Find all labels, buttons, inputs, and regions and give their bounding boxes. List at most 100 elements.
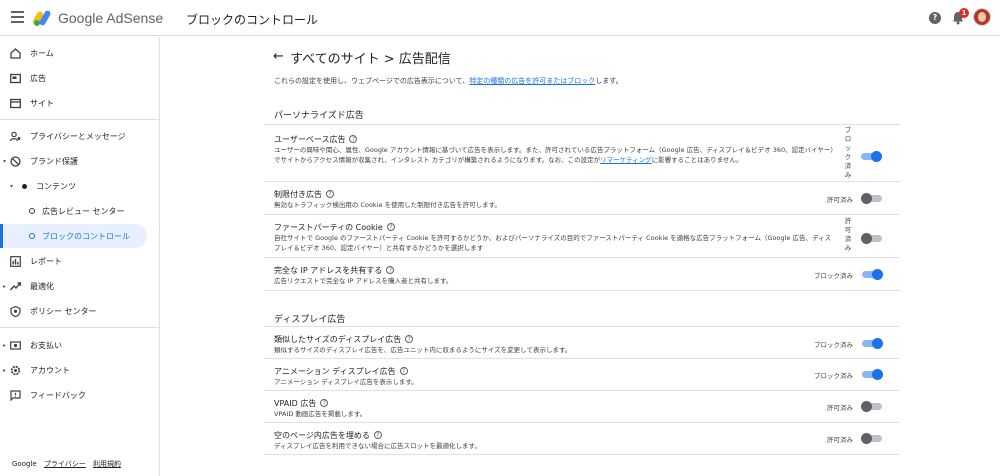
gear-icon	[10, 365, 21, 376]
main-content: ← すべてのサイト > 広告配信 これらの設定を使用し、ウェブページでの広告表示…	[160, 37, 1000, 476]
expand-arrow-icon[interactable]: ▾	[3, 158, 6, 165]
setting-description: 自社サイトで Google のファーストパーティ Cookie を許可するかどう…	[274, 234, 832, 252]
sidebar-item-label: 広告レビュー センター	[42, 206, 125, 216]
sidebar-item-sites[interactable]: サイト	[0, 91, 159, 115]
help-icon[interactable]: ?	[386, 266, 395, 274]
sidebar-item-optimization[interactable]: ▸ 最適化	[0, 274, 159, 298]
fill-empty-toggle[interactable]	[861, 433, 882, 444]
avatar[interactable]	[973, 8, 991, 26]
setting-title-text: 類似したサイズのディスプレイ広告	[274, 335, 402, 344]
setting-description: 類似するサイズのディスプレイ広告を、広告ユニット内に収まるようにサイズを変更して…	[274, 346, 572, 354]
intro-text-prefix: これらの設定を使用し、ウェブページでの広告表示について、	[274, 77, 470, 85]
footer-google: Google	[12, 460, 37, 468]
sidebar-item-ads[interactable]: 広告	[0, 66, 159, 90]
help-icon[interactable]: ?	[929, 12, 941, 24]
sidebar-item-label: お支払い	[30, 340, 62, 350]
back-arrow-icon[interactable]: ←	[273, 49, 284, 64]
setting-description: ディスプレイ広告を利用できない場合に広告スロットを最適化します。	[274, 442, 481, 450]
status-label: ブロック済み	[844, 126, 852, 179]
sidebar-item-label: アカウント	[30, 365, 70, 375]
setting-title: アニメーション ディスプレイ広告?	[274, 366, 408, 377]
expand-arrow-icon[interactable]: ▸	[3, 367, 6, 374]
privacy-link[interactable]: プライバシー	[44, 460, 86, 468]
brand-google: Google	[58, 10, 104, 26]
user-based-ads-toggle[interactable]	[861, 151, 882, 162]
reports-icon	[10, 256, 21, 267]
setting-title-text: VPAID 広告	[274, 399, 317, 408]
sidebar-item-label: ポリシー センター	[30, 306, 97, 316]
help-icon[interactable]: ?	[399, 367, 408, 375]
intro-text: これらの設定を使用し、ウェブページでの広告表示について、特定の種類の広告を許可ま…	[274, 76, 623, 86]
help-icon[interactable]: ?	[320, 399, 329, 407]
setting-row-limited-ads: 制限付き広告? 無効なトラフィック検出用の Cookie を使用した制限付き広告…	[264, 182, 900, 215]
sidebar-item-label: サイト	[30, 98, 54, 108]
setting-row-full-ip: 完全な IP アドレスを共有する? 広告リクエストで完全な IP アドレスを購入…	[264, 258, 900, 291]
help-icon[interactable]: ?	[349, 135, 358, 143]
vpaid-toggle[interactable]	[861, 401, 882, 412]
help-icon[interactable]: ?	[373, 431, 382, 439]
help-icon[interactable]: ?	[405, 335, 414, 343]
ring-icon	[29, 233, 35, 239]
setting-title-text: アニメーション ディスプレイ広告	[274, 367, 396, 376]
notification-badge: 1	[959, 8, 969, 18]
content-dot-icon	[22, 184, 27, 189]
animation-toggle[interactable]	[862, 369, 883, 380]
breadcrumb: すべてのサイト > 広告配信	[290, 52, 451, 67]
expand-arrow-icon[interactable]: ▸	[3, 283, 6, 290]
setting-title: 完全な IP アドレスを共有する?	[274, 265, 395, 276]
brand-product: AdSense	[106, 10, 164, 26]
setting-row-user-based-ads: ユーザーベース広告? ユーザーの興味や関心、属性、Google アカウント情報に…	[264, 124, 900, 182]
intro-text-suffix: します。	[595, 77, 623, 85]
expand-arrow-icon[interactable]: ▸	[3, 342, 6, 349]
remarketing-link[interactable]: リマーケティング	[600, 156, 651, 164]
section-title-personalized: パーソナライズド広告	[274, 111, 364, 121]
setting-title: 類似したサイズのディスプレイ広告?	[274, 334, 414, 345]
menu-icon[interactable]	[11, 11, 24, 23]
sidebar-item-account[interactable]: ▸ アカウント	[0, 358, 159, 382]
terms-link[interactable]: 利用規約	[93, 460, 121, 468]
sidebar-item-ad-review-center[interactable]: 広告レビュー センター	[0, 199, 159, 223]
expand-arrow-icon[interactable]: ▾	[10, 183, 13, 190]
setting-row-similar-size: 類似したサイズのディスプレイ広告? 類似するサイズのディスプレイ広告を、広告ユニ…	[264, 326, 900, 359]
sidebar-divider	[0, 327, 159, 328]
brand-name[interactable]: Google AdSense	[58, 10, 163, 26]
setting-title: ユーザーベース広告?	[274, 134, 358, 145]
policy-icon	[10, 306, 21, 317]
sidebar-item-brand-safety[interactable]: ▾ ブランド保護	[0, 149, 159, 173]
sidebar-item-blocking-controls[interactable]: ブロックのコントロール	[0, 224, 147, 248]
full-ip-toggle[interactable]	[862, 269, 883, 280]
setting-title-text: 制限付き広告	[274, 190, 322, 199]
sidebar-item-feedback[interactable]: フィードバック	[0, 383, 159, 407]
setting-row-fill-empty: 空のページ内広告を埋める? ディスプレイ広告を利用できない場合に広告スロットを最…	[264, 423, 900, 455]
sidebar-item-label: レポート	[30, 256, 62, 266]
sidebar-item-reports[interactable]: レポート	[0, 249, 159, 273]
setting-title: 空のページ内広告を埋める?	[274, 430, 382, 441]
sidebar-item-label: フィードバック	[30, 390, 86, 400]
ads-icon	[10, 73, 21, 84]
help-icon[interactable]: ?	[386, 223, 395, 231]
sidebar-item-policy-center[interactable]: ポリシー センター	[0, 299, 159, 323]
first-party-cookie-toggle[interactable]	[861, 233, 882, 244]
setting-title-text: ファーストパーティの Cookie	[274, 223, 383, 232]
status-label: ブロック済み	[814, 272, 853, 280]
setting-title: 制限付き広告?	[274, 189, 334, 200]
setting-title: ファーストパーティの Cookie?	[274, 222, 395, 233]
section-title-display-ads: ディスプレイ広告	[274, 315, 346, 325]
setting-description: 無効なトラフィック検出用の Cookie を使用した制限付き広告を許可します。	[274, 201, 501, 209]
limited-ads-toggle[interactable]	[861, 193, 882, 204]
sidebar: ホーム 広告 サイト プライバシーとメッセージ ▾ ブランド保護 ▾ コンテンツ…	[0, 37, 160, 476]
help-icon[interactable]: ?	[326, 190, 334, 198]
sidebar-item-home[interactable]: ホーム	[0, 41, 159, 65]
sidebar-item-label: ホーム	[30, 48, 54, 58]
status-label: 許可済み	[827, 404, 853, 412]
sidebar-item-label: プライバシーとメッセージ	[30, 131, 126, 141]
setting-description: アニメーション ディスプレイ広告を表示します。	[274, 378, 418, 386]
optimization-icon	[10, 282, 21, 291]
sidebar-item-privacy[interactable]: プライバシーとメッセージ	[0, 124, 159, 148]
sidebar-item-content[interactable]: ▾ コンテンツ	[0, 174, 159, 198]
allow-block-link[interactable]: 特定の種類の広告を許可またはブロック	[469, 77, 595, 85]
sidebar-item-payments[interactable]: ▸ お支払い	[0, 333, 159, 357]
status-label: ブロック済み	[814, 341, 853, 349]
adsense-logo-icon	[33, 10, 51, 26]
similar-size-toggle[interactable]	[862, 338, 883, 349]
